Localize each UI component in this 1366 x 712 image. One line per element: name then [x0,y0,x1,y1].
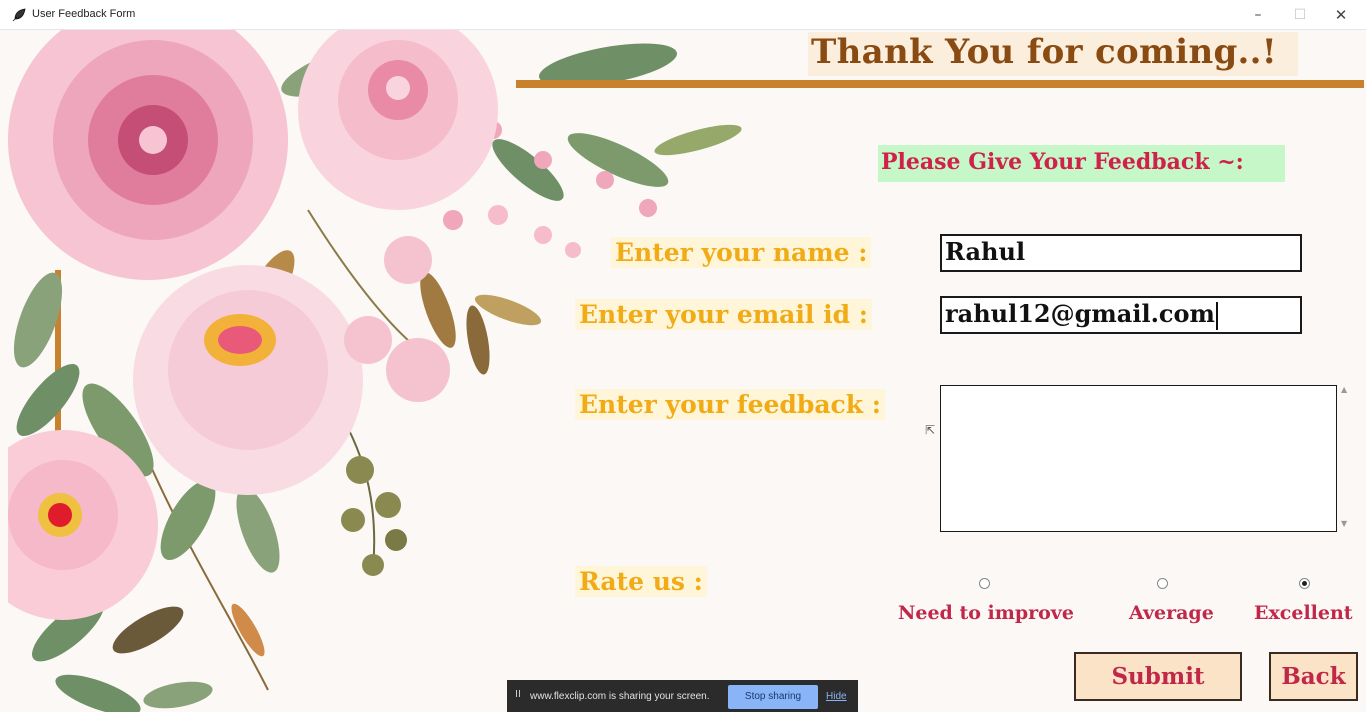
scroll-up-arrow-icon[interactable]: ▲ [1341,385,1347,394]
rate-us-label: Rate us : [575,566,707,597]
stop-sharing-button[interactable]: Stop sharing [728,685,818,709]
feedback-textarea[interactable] [940,385,1337,532]
close-button[interactable]: ✕ [1321,4,1361,26]
pause-icon[interactable]: II [515,689,521,700]
page-subtitle: Please Give Your Feedback ~: [881,149,1244,175]
floral-background-image [8,30,742,712]
rating-label-need-to-improve[interactable]: Need to improve [898,602,1074,624]
email-label: Enter your email id : [575,299,872,330]
email-input[interactable]: rahul12@gmail.com [940,296,1302,334]
title-underline-divider [516,80,1364,88]
window-title: User Feedback Form [32,8,136,20]
hide-link[interactable]: Hide [826,691,847,702]
rating-radio-average[interactable] [1157,578,1168,589]
email-input-value: rahul12@gmail.com [945,299,1215,328]
back-button[interactable]: Back [1269,652,1358,701]
feedback-scrollbar[interactable]: ▲ ▼ [1338,385,1352,532]
rating-label-average[interactable]: Average [1129,602,1214,624]
name-label: Enter your name : [611,237,872,268]
window-titlebar: User Feedback Form – ☐ ✕ [0,0,1366,30]
rating-radio-excellent[interactable] [1299,578,1310,589]
screen-share-banner: II www.flexclip.com is sharing your scre… [507,680,858,712]
text-caret [1215,301,1218,330]
feedback-label: Enter your feedback : [575,389,886,420]
mouse-cursor-icon: ⇱ [925,423,936,437]
screen-share-message: www.flexclip.com is sharing your screen. [530,691,710,702]
feedback-form-canvas: Thank You for coming..! Please Give Your… [8,30,1364,712]
maximize-button[interactable]: ☐ [1280,4,1320,26]
feather-app-icon [12,8,26,22]
name-input-value: Rahul [945,237,1026,266]
page-title: Thank You for coming..! [811,32,1278,72]
name-input[interactable]: Rahul [940,234,1302,272]
minimize-button[interactable]: – [1238,4,1278,26]
rating-label-excellent[interactable]: Excellent [1254,602,1353,624]
rating-radio-need-to-improve[interactable] [979,578,990,589]
scroll-down-arrow-icon[interactable]: ▼ [1341,519,1347,528]
submit-button[interactable]: Submit [1074,652,1242,701]
